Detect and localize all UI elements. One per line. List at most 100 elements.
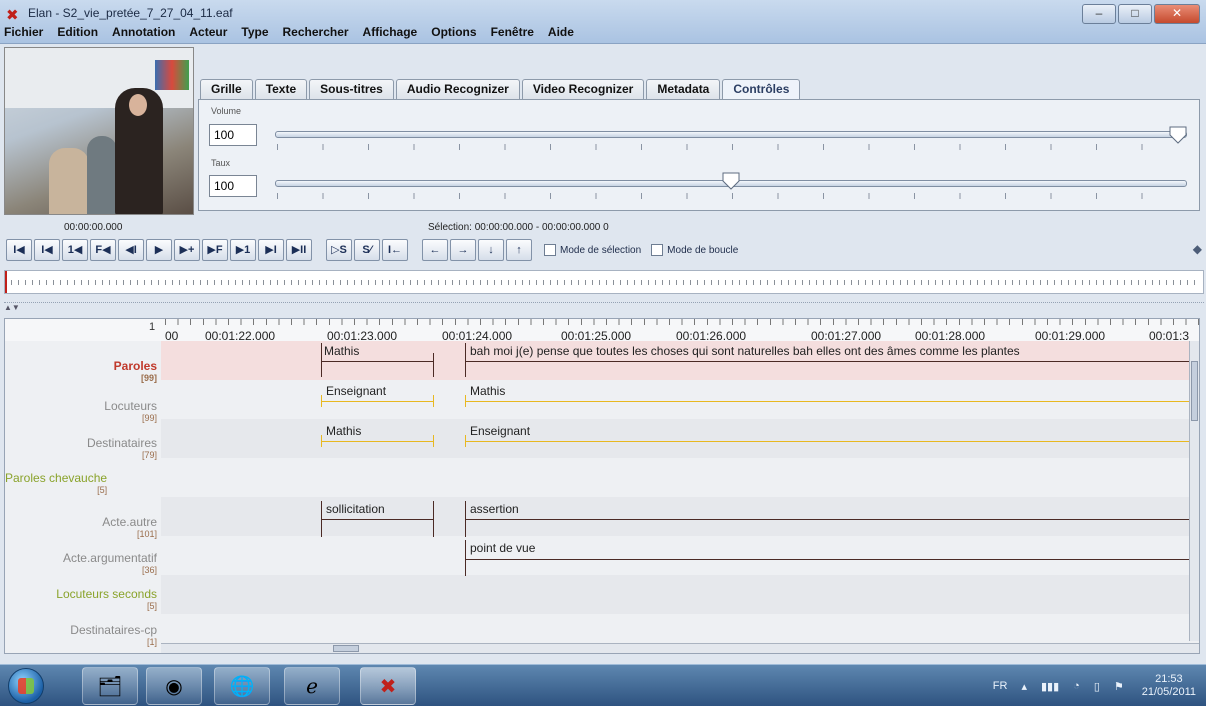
annotation-destinataire-enseignant[interactable]: Enseignant	[467, 423, 530, 439]
checkbox-box[interactable]	[651, 244, 664, 256]
menu-acteur[interactable]: Acteur	[189, 25, 227, 39]
rate-input[interactable]: 100	[209, 175, 257, 197]
tier-label-paroles[interactable]: Paroles [99]	[5, 359, 161, 383]
tab-metadata[interactable]: Metadata	[646, 79, 721, 99]
tier-label-paroles-chevauche[interactable]: Paroles chevauche [5]	[5, 471, 111, 495]
tab-video-recognizer[interactable]: Video Recognizer	[521, 79, 645, 99]
menu-fenetre[interactable]: Fenêtre	[491, 25, 534, 39]
play-button[interactable]: ▶	[146, 239, 172, 261]
tier-lane-paroles-chevauche[interactable]	[161, 458, 1199, 497]
tier-label-acte-autre[interactable]: Acte.autre [101]	[5, 515, 161, 539]
tier-name: Locuteurs seconds	[56, 587, 157, 601]
rate-slider-thumb[interactable]	[722, 172, 740, 190]
annotation-paroles-mathis[interactable]: Mathis	[321, 343, 359, 359]
video-viewer[interactable]	[4, 47, 194, 215]
menu-rechercher[interactable]: Rechercher	[283, 25, 349, 39]
volume-input[interactable]: 100	[209, 124, 257, 146]
tier-count: [5]	[97, 485, 108, 495]
video-person	[87, 136, 117, 214]
menu-fichier[interactable]: Fichier	[4, 25, 43, 39]
menu-affichage[interactable]: Affichage	[363, 25, 418, 39]
overview-strip[interactable]	[4, 270, 1204, 294]
flag-icon[interactable]: ⚑	[1114, 680, 1124, 693]
tier-name: Paroles	[113, 359, 157, 373]
next-frame-button[interactable]: ▶F	[202, 239, 228, 261]
previous-frame-button[interactable]: F◀	[90, 239, 116, 261]
menu-type[interactable]: Type	[241, 25, 268, 39]
tier-lane-acte-argumentatif[interactable]	[161, 536, 1199, 575]
tier-lane-acte-autre[interactable]	[161, 497, 1199, 536]
battery-icon[interactable]: ▯	[1094, 680, 1100, 693]
arrow-down-button[interactable]: ↓	[478, 239, 504, 261]
scrollbar-thumb[interactable]	[1191, 361, 1198, 421]
play-selection-button[interactable]: ▷S	[326, 239, 352, 261]
menu-annotation[interactable]: Annotation	[112, 25, 175, 39]
scrollbar-thumb[interactable]	[333, 645, 359, 652]
annotation-locuteur-enseignant[interactable]: Enseignant	[323, 383, 386, 399]
annotation-paroles-utterance[interactable]: bah moi j(e) pense que toutes les choses…	[467, 343, 1020, 359]
annotation-locuteur-mathis[interactable]: Mathis	[467, 383, 505, 399]
menu-edition[interactable]: Edition	[57, 25, 98, 39]
previous-second-button[interactable]: 1◀	[62, 239, 88, 261]
next-scrollview-button[interactable]: ▶I	[258, 239, 284, 261]
mode-boucle-checkbox[interactable]: Mode de boucle	[651, 244, 738, 256]
arrow-right-button[interactable]: →	[450, 239, 476, 261]
explorer-icon[interactable]: 🗂	[82, 667, 138, 705]
tier-label-locuteurs-seconds[interactable]: Locuteurs seconds [5]	[5, 587, 161, 611]
panel-splitter[interactable]: ▲▼	[4, 302, 1204, 314]
tier-lane-destinataires[interactable]	[161, 419, 1199, 458]
elan-icon[interactable]: ✖	[360, 667, 416, 705]
tier-label-destinataires-cp[interactable]: Destinataires-cp [1]	[5, 623, 161, 647]
previous-pixel-button[interactable]: ◀I	[118, 239, 144, 261]
annotation-line	[465, 401, 1199, 402]
tier-lane-locuteurs[interactable]	[161, 380, 1199, 419]
timeline-horizontal-scrollbar[interactable]	[161, 643, 1199, 653]
checkbox-box[interactable]	[544, 244, 556, 256]
menu-options[interactable]: Options	[431, 25, 476, 39]
media-time: 00:00:00.000	[64, 222, 123, 233]
network-icon[interactable]: ▮▮▮	[1041, 680, 1059, 693]
previous-scrollview-button[interactable]: I◀	[34, 239, 60, 261]
tier-lane-locuteurs-seconds[interactable]	[161, 575, 1199, 614]
language-indicator[interactable]: FR	[993, 680, 1008, 692]
tier-label-acte-argumentatif[interactable]: Acte.argumentatif [36]	[5, 551, 161, 575]
tier-label-locuteurs[interactable]: Locuteurs [99]	[5, 399, 161, 423]
arrow-left-button[interactable]: ←	[422, 239, 448, 261]
annotation-acte-sollicitation[interactable]: sollicitation	[323, 501, 385, 517]
mode-boucle-label: Mode de boucle	[667, 244, 739, 256]
tab-texte[interactable]: Texte	[254, 79, 308, 99]
show-hidden-icons-icon[interactable]: ▴	[1021, 680, 1027, 693]
tab-grille[interactable]: Grille	[200, 79, 253, 99]
tab-controles[interactable]: Contrôles	[722, 79, 801, 99]
expand-toggle-icon[interactable]: ◆	[1193, 242, 1202, 256]
volume-slider-thumb[interactable]	[1169, 126, 1187, 144]
volume-slider-track[interactable]	[275, 131, 1187, 138]
clock[interactable]: 21:53 21/05/2011	[1142, 673, 1196, 699]
annotation-destinataire-mathis[interactable]: Mathis	[323, 423, 361, 439]
time-ruler[interactable]: 1 00 00:01:22.000 00:01:23.000 00:01:24.…	[5, 319, 1199, 343]
next-pixel-button[interactable]: ▶+	[174, 239, 200, 261]
mode-selection-checkbox[interactable]: Mode de sélection	[544, 244, 641, 256]
internet-explorer-icon[interactable]: ℯ	[284, 667, 340, 705]
firefox-icon[interactable]: 🌐	[214, 667, 270, 705]
annotation-point-de-vue[interactable]: point de vue	[467, 540, 535, 556]
next-second-button[interactable]: ▶1	[230, 239, 256, 261]
window-title: Elan - S2_vie_pretée_7_27_04_11.eaf	[28, 6, 233, 20]
annotation-boundary	[433, 435, 434, 447]
go-to-begin-button[interactable]: I◀	[6, 239, 32, 261]
tier-label-destinataires[interactable]: Destinataires [79]	[5, 436, 161, 460]
media-player-icon[interactable]: ◉	[146, 667, 202, 705]
timeline-vertical-scrollbar[interactable]	[1189, 341, 1199, 641]
crosshair-marker	[5, 271, 7, 293]
annotation-acte-assertion[interactable]: assertion	[467, 501, 519, 517]
volume-tray-icon[interactable]: ◔	[1073, 680, 1080, 692]
selection-begin-button[interactable]: I←	[382, 239, 408, 261]
start-button[interactable]	[8, 668, 44, 704]
menu-aide[interactable]: Aide	[548, 25, 574, 39]
tab-audio-recognizer[interactable]: Audio Recognizer	[395, 79, 520, 99]
tab-sous-titres[interactable]: Sous-titres	[309, 79, 394, 99]
clear-selection-button[interactable]: S⁄	[354, 239, 380, 261]
go-to-end-button[interactable]: ▶II	[286, 239, 312, 261]
timeline-viewer[interactable]: 1 00 00:01:22.000 00:01:23.000 00:01:24.…	[4, 318, 1200, 654]
arrow-up-button[interactable]: ↑	[506, 239, 532, 261]
